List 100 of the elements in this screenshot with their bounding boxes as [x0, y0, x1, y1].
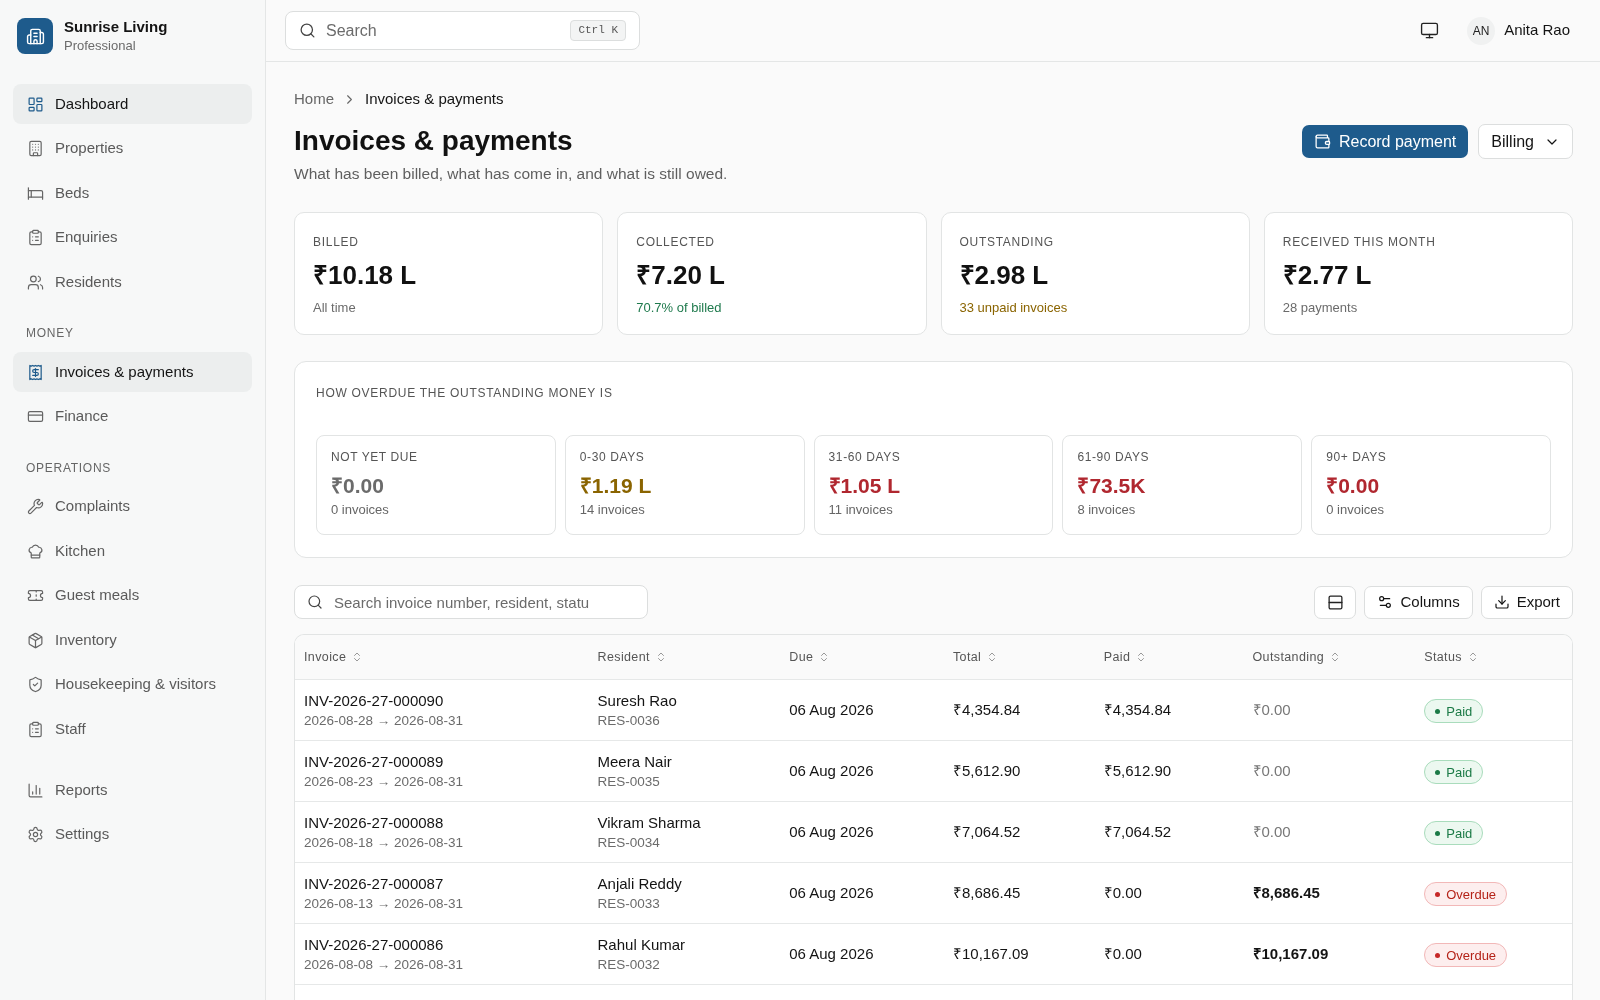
stat-note: 70.7% of billed	[636, 299, 723, 317]
breadcrumb-current: Invoices & payments	[365, 88, 504, 109]
bucket-label: NOT YET DUE	[331, 449, 419, 465]
due-date: 06 Aug 2026	[789, 884, 874, 901]
paid-amount: ₹5,612.90	[1103, 762, 1172, 779]
bucket-value: ₹1.05 L	[828, 473, 902, 499]
status-badge: Overdue	[1424, 943, 1508, 968]
outstanding-amount: ₹0.00	[1252, 762, 1291, 779]
total-amount: ₹10,167.09	[952, 945, 1029, 962]
status-badge: Paid	[1424, 760, 1484, 785]
column-header[interactable]: Outstanding	[1252, 647, 1342, 667]
status-badge: Paid	[1424, 821, 1484, 846]
sidebar-item[interactable]: Inventory	[13, 620, 252, 660]
bucket-value: ₹73.5K	[1077, 473, 1147, 499]
sidebar-item[interactable]: Housekeeping & visitors	[13, 664, 252, 705]
paid-amount: ₹0.00	[1103, 945, 1142, 962]
export-button[interactable]: Export	[1480, 585, 1573, 619]
bucket-label: 90+ DAYS	[1326, 449, 1388, 465]
settings-icon	[27, 826, 44, 843]
outstanding-amount: ₹10,167.09	[1252, 945, 1329, 962]
stat-value: ₹2.98 L	[959, 259, 1050, 291]
ticket-icon	[27, 587, 44, 604]
column-header[interactable]: Due	[789, 647, 831, 667]
chef-hat-icon	[27, 542, 44, 560]
due-date: 06 Aug 2026	[789, 701, 874, 718]
record-payment-button[interactable]: Record payment	[1301, 125, 1469, 158]
sidebar-item[interactable]: Settings	[13, 814, 252, 855]
section-heading: MONEY	[25, 325, 75, 342]
column-header[interactable]: Invoice	[304, 647, 364, 667]
bucket-count: 11 invoices	[828, 501, 894, 519]
columns-button[interactable]: Columns	[1364, 585, 1473, 619]
sidebar-item[interactable]: Complaints	[13, 486, 252, 527]
sidebar-item[interactable]: Guest meals	[13, 575, 252, 616]
sidebar-item[interactable]: Dashboard	[13, 84, 252, 124]
sidebar-item[interactable]: Staff	[13, 709, 252, 749]
search-icon	[307, 594, 323, 610]
clipboard-icon	[27, 229, 44, 246]
page-subtitle: What has been billed, what has come in, and what is still owed.	[294, 164, 728, 184]
billing-period: 2026-08-13 → 2026-08-31	[304, 894, 465, 913]
column-header[interactable]: Total	[952, 647, 999, 667]
outstanding-amount: ₹8,686.45	[1252, 884, 1320, 901]
sidebar-item[interactable]: Enquiries	[13, 217, 252, 258]
view-toggle-button[interactable]	[1314, 585, 1357, 619]
resident-id: RES-0033	[597, 894, 661, 913]
billing-period: 2026-08-28 → 2026-08-31	[304, 711, 465, 730]
status-badge: Overdue	[1424, 882, 1508, 907]
status-badge: Paid	[1424, 699, 1484, 724]
due-date: 06 Aug 2026	[789, 762, 874, 779]
bucket-label: 0-30 DAYS	[579, 449, 646, 465]
package-icon	[27, 631, 44, 649]
resident-name: Anjali Reddy	[597, 873, 683, 894]
receipt-icon	[27, 363, 44, 381]
stat-value: ₹2.77 L	[1282, 259, 1373, 291]
logo-icon	[17, 18, 53, 54]
wrench-icon	[27, 498, 44, 515]
sidebar-item[interactable]: Kitchen	[13, 531, 252, 571]
dashboard-icon	[27, 95, 44, 113]
stat-label: COLLECTED	[636, 234, 716, 250]
bucket-count: 0 invoices	[1326, 501, 1385, 519]
sidebar-item[interactable]: Residents	[13, 262, 252, 302]
monitor-icon[interactable]	[1420, 21, 1440, 40]
bucket-value: ₹0.00	[331, 473, 385, 499]
resident-id: RES-0034	[597, 833, 661, 852]
sidebar-item[interactable]: Reports	[13, 770, 252, 810]
breadcrumb-link[interactable]: Home	[294, 87, 334, 111]
brand-name: Sunrise Living	[64, 17, 168, 37]
user-name: Anita Rao	[1504, 20, 1570, 41]
sidebar-item[interactable]: Beds	[13, 173, 252, 213]
invoice-number: INV-2026-27-000090	[304, 690, 445, 711]
stat-label: OUTSTANDING	[959, 234, 1055, 250]
resident-id: RES-0035	[597, 772, 661, 791]
bucket-label: 31-60 DAYS	[828, 449, 902, 465]
bucket-value: ₹0.00	[1326, 473, 1381, 499]
resident-name: Vikram Sharma	[597, 812, 702, 833]
resident-name: Meera Nair	[597, 751, 673, 772]
bucket-count: 8 invoices	[1077, 501, 1137, 519]
wallet-icon	[1313, 133, 1331, 150]
plan-label: Professional	[64, 37, 137, 55]
billing-menu-button[interactable]: Billing	[1478, 124, 1573, 159]
table-search-field[interactable]: Search invoice number, resident, statu	[294, 585, 648, 619]
stat-value: ₹10.18 L	[313, 259, 418, 291]
bucket-count: 0 invoices	[331, 501, 390, 519]
sidebar-item[interactable]: Invoices & payments	[13, 352, 252, 392]
total-amount: ₹8,686.45	[952, 884, 1021, 901]
column-header[interactable]: Status	[1424, 647, 1479, 667]
building-icon	[27, 140, 44, 157]
section-heading: OPERATIONS	[25, 459, 112, 477]
resident-name: Rahul Kumar	[597, 934, 687, 955]
column-header[interactable]: Paid	[1103, 647, 1148, 667]
sidebar-item[interactable]: Finance	[13, 396, 252, 437]
avatar[interactable]: AN	[1467, 16, 1496, 45]
outstanding-amount: ₹0.00	[1252, 701, 1291, 718]
bucket-value: ₹1.19 L	[579, 473, 653, 499]
outstanding-amount: ₹0.00	[1252, 823, 1291, 840]
invoice-number: INV-2026-27-000089	[304, 751, 445, 772]
column-header[interactable]: Resident	[597, 647, 667, 667]
billing-period: 2026-08-08 → 2026-08-31	[304, 955, 465, 974]
sliders-icon	[1377, 594, 1394, 610]
sidebar-item[interactable]: Properties	[13, 128, 252, 169]
panel-title: HOW OVERDUE THE OUTSTANDING MONEY IS	[316, 385, 614, 401]
